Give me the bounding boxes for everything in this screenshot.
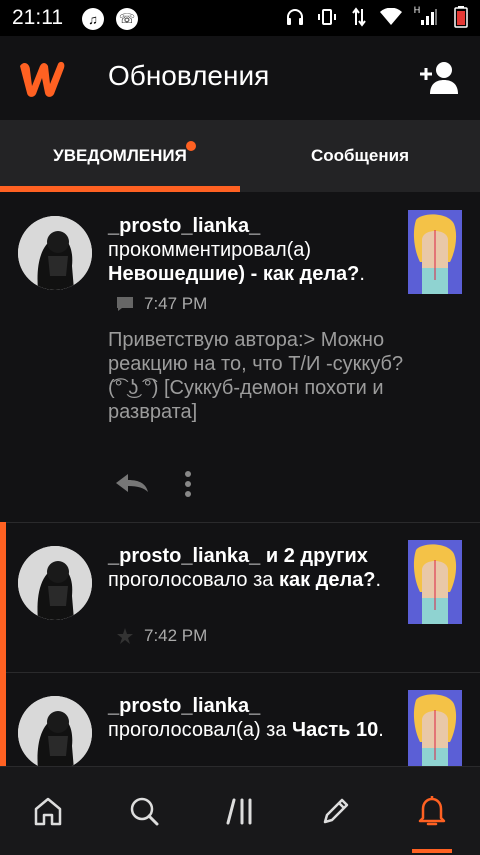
music-app-icon: ♫ (82, 8, 104, 30)
nav-home[interactable] (26, 789, 70, 833)
active-nav-indicator (412, 849, 452, 853)
library-icon (226, 798, 252, 825)
story-cover-thumbnail[interactable] (408, 210, 462, 294)
star-icon (117, 628, 133, 644)
notification-item[interactable]: _prosto_lianka_ проголосовал(а) за Часть… (0, 672, 480, 766)
notification-item[interactable]: _prosto_lianka_ прокомментировал(а) Нево… (0, 192, 480, 523)
username-link[interactable]: _prosto_lianka_ (108, 545, 260, 567)
action-text: проголосовал(а) за (108, 719, 287, 741)
timestamp: 7:47 PM (144, 294, 208, 313)
comment-text: Приветствую автора:> Можно реакцию на то… (108, 329, 404, 423)
tab-notifications[interactable]: УВЕДОМЛЕНИЯ (0, 120, 240, 192)
action-text: прокомментировал(а) (108, 239, 312, 261)
story-cover-thumbnail[interactable] (408, 540, 462, 624)
more-options-icon[interactable] (184, 470, 192, 498)
battery-icon (450, 6, 472, 28)
comment-icon (117, 297, 133, 311)
notification-text: _prosto_lianka_ прокомментировал(а) Нево… (108, 214, 396, 286)
notifications-feed[interactable]: _prosto_lianka_ прокомментировал(а) Нево… (0, 192, 480, 766)
tab-notifications-label: УВЕДОМЛЕНИЯ (53, 146, 187, 165)
cell-signal-icon: H (412, 5, 440, 28)
tab-messages-label: Сообщения (311, 146, 409, 165)
username-link[interactable]: _prosto_lianka_ (108, 695, 260, 717)
nav-library[interactable] (218, 789, 262, 833)
others-count: и 2 других (260, 545, 368, 567)
network-type-label: H (413, 5, 421, 15)
avatar[interactable] (18, 216, 92, 290)
status-bar: 21:11 ♫ ☏ H (0, 0, 480, 36)
tab-bar: УВЕДОМЛЕНИЯ Сообщения (0, 120, 480, 192)
tab-messages[interactable]: Сообщения (240, 120, 480, 192)
notifications-icon (418, 796, 446, 826)
action-text: проголосовало за (108, 569, 274, 591)
username-link[interactable]: _prosto_lianka_ (108, 215, 260, 237)
story-cover-thumbnail[interactable] (408, 690, 462, 766)
wattpad-logo-icon[interactable] (16, 56, 68, 100)
nav-write[interactable] (314, 789, 358, 833)
story-link[interactable]: Часть 10 (292, 719, 378, 741)
avatar[interactable] (18, 696, 92, 766)
home-icon (34, 797, 62, 826)
headphones-icon (284, 6, 306, 28)
page-title: Обновления (108, 60, 270, 91)
add-user-icon[interactable] (418, 60, 462, 96)
app-bar: Обновления (0, 36, 480, 120)
time-row: 7:42 PM (116, 626, 207, 646)
wifi-icon (380, 6, 402, 28)
notification-text: _prosto_lianka_ и 2 других проголосовало… (108, 544, 396, 592)
search-icon (130, 797, 159, 826)
nav-notifications[interactable] (410, 789, 454, 833)
nav-search[interactable] (122, 789, 166, 833)
punctuation: . (378, 719, 384, 741)
whatsapp-icon: ☏ (116, 8, 138, 30)
punctuation: . (375, 569, 382, 591)
reply-icon[interactable] (114, 472, 150, 494)
time-row: 7:47 PM (116, 294, 207, 314)
write-icon (323, 798, 349, 824)
bottom-navigation (0, 766, 480, 855)
status-icons: H (284, 5, 472, 28)
timestamp: 7:42 PM (144, 626, 208, 645)
story-link[interactable]: Невошедшие) - как дела? (108, 263, 359, 285)
vibrate-icon (316, 6, 338, 28)
avatar[interactable] (18, 546, 92, 620)
data-arrows-icon (348, 6, 370, 28)
unread-badge (186, 141, 196, 151)
notification-item[interactable]: _prosto_lianka_ и 2 других проголосовало… (0, 522, 480, 673)
status-time: 21:11 (12, 6, 63, 29)
notification-text: _prosto_lianka_ проголосовал(а) за Часть… (108, 694, 396, 742)
punctuation: . (359, 263, 365, 285)
story-link[interactable]: как дела? (279, 569, 376, 591)
